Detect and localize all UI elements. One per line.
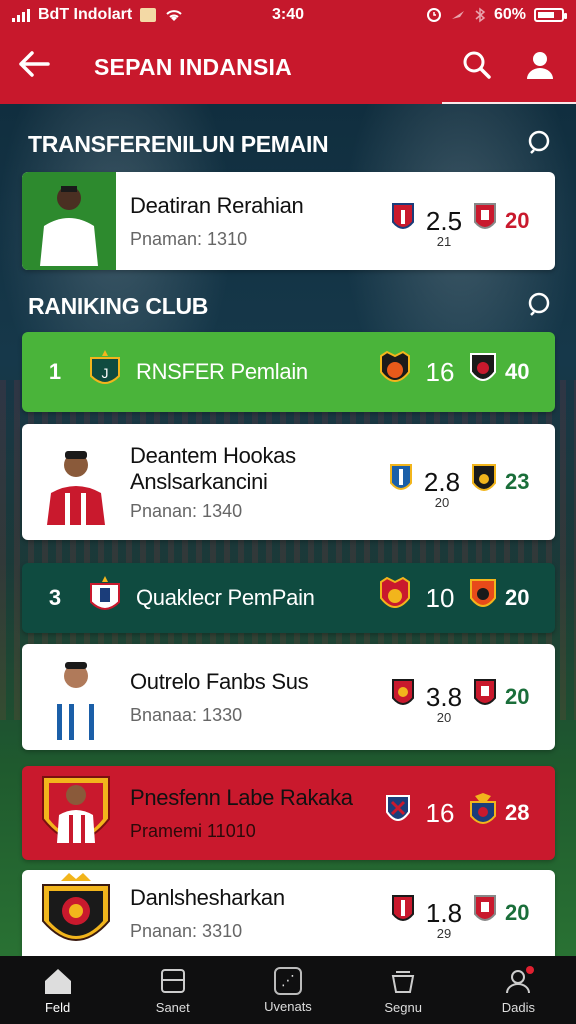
player-photo [22,424,130,540]
club-badge-icon [385,794,411,833]
ranking-row[interactable]: 1 J RNSFER Pemlain 16 40 [22,332,555,412]
club-badge-icon [389,463,413,502]
transfer-section-header: TRANSFERENILUN PEMAIN [28,127,552,161]
basket-icon [388,966,418,996]
player-name-2: Anslsarkancini [130,468,268,494]
nav-label: Dadis [501,999,535,1015]
nav-item-inbox[interactable]: Sanet [123,966,223,1015]
player-meta: Pnanan: 3310 [130,920,243,941]
club-crest-photo [22,870,130,956]
svg-text:J: J [102,365,109,381]
rank-value: 16 [425,797,455,828]
ranking-row[interactable]: Pnesfenn Labe Rakaka Pramemi 11010 16 28 [22,766,555,860]
rank-right-value: 20 [505,585,530,610]
wifi-icon [166,10,182,21]
player-photo [22,644,130,750]
ranking-row[interactable]: Deantem Hookas Anslsarkancini Pnanan: 13… [22,424,555,540]
player-meta: Pnanan: 1340 [130,500,243,521]
rank-number: 3 [48,585,62,610]
club-crest-icon: J [88,348,122,397]
app-bar: SEPAN INDANSIA [0,30,576,104]
player-meta: Pnaman: 1310 [130,228,248,249]
transfer-right-value: 20 [505,208,530,233]
rank-value: 1.8 29 [425,897,463,941]
rank-value: 2.8 20 [423,466,461,510]
carrier-label: BdT Indolart [38,6,133,23]
club-badge-icon [473,202,497,241]
notification-icon [140,8,157,22]
club-name: Quaklecr PemPain [136,585,315,610]
notification-badge [526,965,535,974]
player-name: Deatiran Rerahian [130,192,304,218]
nav-label: Uvenats [264,998,312,1014]
refresh-icon[interactable] [526,128,552,160]
ranking-section-header: RANIKING CLUB [28,289,552,323]
rank-right-value: 23 [505,469,530,494]
search-icon[interactable] [462,50,492,85]
page-title: SEPAN INDANSIA [94,53,292,80]
club-badge-icon [379,350,411,395]
rank-right-value: 40 [505,359,530,384]
club-badge-icon [471,463,497,502]
nav-label: Sanet [155,999,190,1015]
club-badge-icon [469,792,497,835]
nav-item-profile[interactable]: Dadis [468,965,568,1015]
club-name: RNSFER Pemlain [136,359,308,384]
profile-icon[interactable] [526,50,554,85]
player-crest-photo [22,766,130,860]
club-badge-icon [379,576,411,621]
rank-value: 10 [425,582,455,613]
ranking-row[interactable]: Danlshesharkan Pnanan: 3310 1.8 29 20 [22,870,555,956]
player-name: Danlshesharkan [130,884,285,910]
refresh-icon[interactable] [526,290,552,322]
battery-percent: 60% [493,6,526,23]
player-name: Deantem Hookas [130,442,296,468]
bluetooth-icon [475,7,486,23]
club-badge-icon [469,578,497,619]
rank-right-value: 20 [505,684,530,709]
nav-label: Feld [44,999,71,1015]
club-badge-icon [391,678,415,717]
transfer-card[interactable]: Deatiran Rerahian Pnaman: 1310 2.5 21 20 [22,172,555,270]
rank-right-value: 20 [505,900,530,925]
transfer-section-title: TRANSFERENILUN PEMAIN [28,130,329,157]
rank-right-value: 28 [505,800,530,825]
home-icon [43,966,73,996]
club-badge-icon [391,894,415,933]
ranking-section-title: RANIKING CLUB [28,292,209,319]
nav-item-basket[interactable]: Segnu [353,966,453,1015]
rank-value: 16 [425,356,455,387]
rank-value: 3.8 20 [425,681,463,725]
transfer-value: 2.5 21 [425,205,463,249]
nav-item-grid[interactable]: Uvenats [238,966,338,1014]
inbox-icon [158,966,188,996]
club-badge-icon [473,894,497,933]
bottom-navigation: Feld Sanet Uvenats Segnu Dadis [0,956,576,1024]
ranking-row[interactable]: 3 Quaklecr PemPain 10 20 [22,563,555,633]
nav-item-home[interactable]: Feld [8,966,108,1015]
club-crest-icon [88,574,122,623]
grid-icon [273,966,302,995]
signal-icon [12,8,30,22]
airplane-icon [451,11,464,19]
player-photo [22,172,116,270]
club-badge-icon [469,352,497,393]
player-meta: Pramemi 11010 [130,820,256,841]
status-bar: BdT Indolart 3:40 60% [0,0,576,30]
rank-number: 1 [48,359,62,384]
alarm-icon [426,8,441,22]
player-name: Pnesfenn Labe Rakaka [130,784,353,810]
ranking-row[interactable]: Outrelo Fanbs Sus Bnanaa: 1330 3.8 20 20 [22,644,555,750]
club-badge-icon [391,202,415,241]
nav-label: Segnu [384,999,422,1015]
battery-icon [534,8,567,22]
player-name: Outrelo Fanbs Sus [130,668,309,694]
back-arrow-icon[interactable] [18,50,74,84]
club-badge-icon [473,678,497,717]
player-meta: Bnanaa: 1330 [130,704,243,725]
tab-indicator [442,102,576,104]
